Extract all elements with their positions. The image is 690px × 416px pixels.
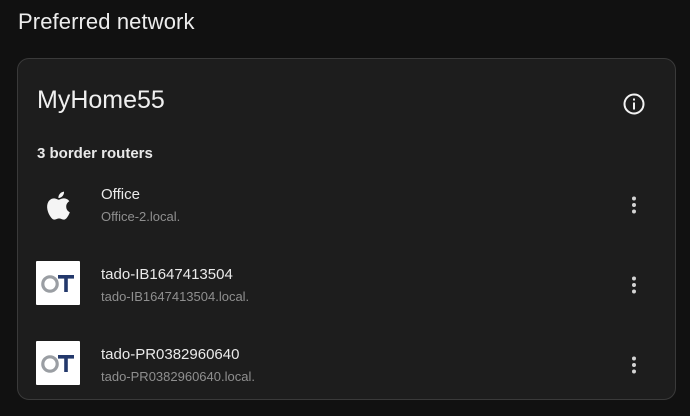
network-name: MyHome55 xyxy=(37,86,165,114)
router-item[interactable]: tado-IB1647413504 tado-IB1647413504.loca… xyxy=(18,251,675,321)
more-vertical-icon xyxy=(632,356,636,374)
router-name: Office xyxy=(101,186,140,203)
router-item[interactable]: tado-PR0382960640 tado-PR0382960640.loca… xyxy=(18,331,675,401)
openthread-logo-icon xyxy=(36,341,80,385)
router-name: tado-PR0382960640 xyxy=(101,346,240,363)
openthread-logo-icon xyxy=(36,261,80,305)
network-card: MyHome55 3 border routers Office Office-… xyxy=(17,58,676,400)
border-routers-count: 3 border routers xyxy=(37,145,153,162)
section-title: Preferred network xyxy=(18,9,195,34)
router-host: tado-IB1647413504.local. xyxy=(101,289,250,304)
router-menu-button[interactable] xyxy=(622,273,646,297)
router-name: tado-IB1647413504 xyxy=(101,266,233,283)
more-vertical-icon xyxy=(632,276,636,294)
router-item[interactable]: Office Office-2.local. xyxy=(18,171,675,241)
router-host: Office-2.local. xyxy=(101,209,181,224)
apple-logo-icon xyxy=(36,183,80,227)
router-menu-button[interactable] xyxy=(622,193,646,217)
info-icon xyxy=(623,93,645,115)
router-menu-button[interactable] xyxy=(622,353,646,377)
page: Preferred network MyHome55 3 border rout… xyxy=(0,0,690,416)
info-button[interactable] xyxy=(622,92,646,116)
more-vertical-icon xyxy=(632,196,636,214)
router-host: tado-PR0382960640.local. xyxy=(101,369,255,384)
